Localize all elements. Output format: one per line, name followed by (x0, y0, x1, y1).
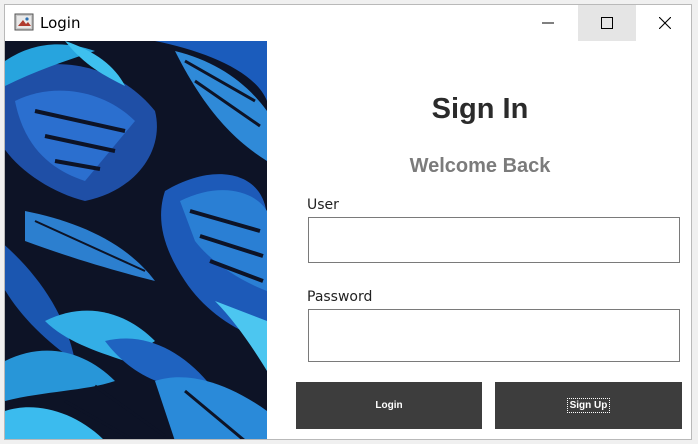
window-title: Login (40, 14, 81, 32)
title-bar[interactable]: Login (5, 5, 691, 41)
sign-up-button-label: Sign Up (566, 398, 611, 413)
password-label: Password (307, 289, 373, 305)
sign-up-button[interactable]: Sign Up (495, 382, 682, 429)
minimize-button[interactable] (519, 5, 577, 41)
maximize-icon (601, 17, 613, 29)
app-icon (14, 13, 34, 31)
minimize-icon (542, 22, 554, 24)
login-button-label: Login (375, 400, 403, 411)
tropical-leaves-image (5, 41, 267, 439)
user-label: User (307, 197, 339, 213)
user-input[interactable] (308, 217, 680, 263)
login-window: Login Sign In Welcome Back User Password… (4, 4, 692, 440)
sign-in-heading: Sign In (431, 93, 529, 125)
login-button[interactable]: Login (296, 382, 482, 429)
welcome-subheading: Welcome Back (409, 155, 551, 177)
close-icon (659, 17, 671, 29)
password-input[interactable] (308, 309, 680, 362)
close-button[interactable] (636, 5, 691, 41)
maximize-button[interactable] (578, 5, 636, 41)
